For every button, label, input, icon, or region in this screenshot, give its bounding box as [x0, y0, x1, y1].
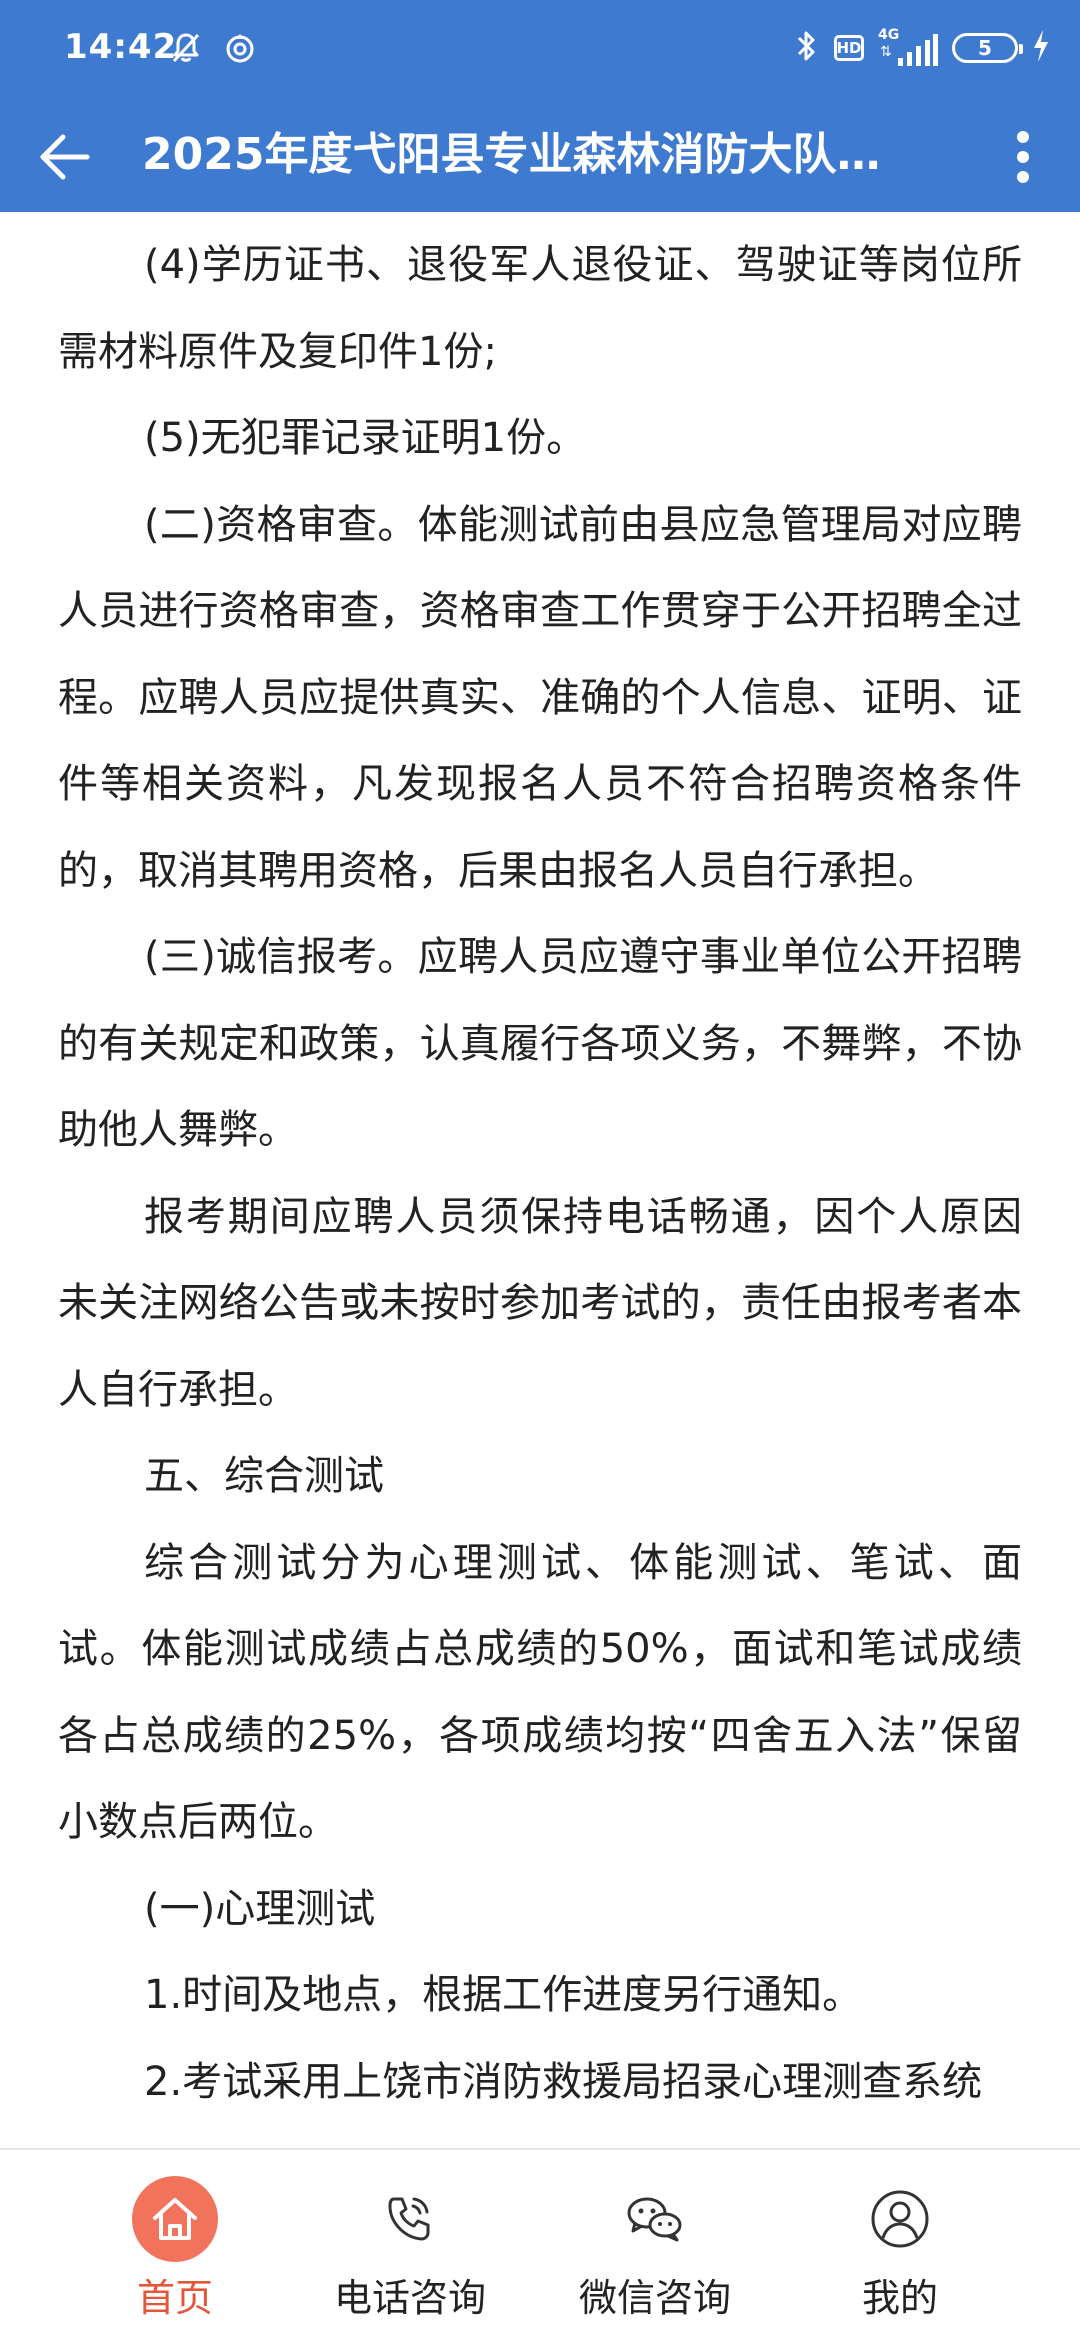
- wechat-icon: [612, 2176, 698, 2262]
- section-heading: 五、综合测试: [144, 1453, 384, 1499]
- nav-item-wechat[interactable]: 微信咨询: [525, 2150, 785, 2340]
- more-options-button[interactable]: [988, 122, 1058, 192]
- nav-item-phone[interactable]: 电话咨询: [280, 2150, 540, 2340]
- article-paragraph: (二)资格审查。体能测试前由县应急管理局对应聘人员进行资格审查，资格审查工作贯穿…: [58, 501, 1022, 894]
- hd-icon: HD: [834, 35, 864, 61]
- nav-item-home[interactable]: 首页: [45, 2150, 305, 2340]
- article-paragraph: (4)学历证书、退役军人退役证、驾驶证等岗位所需材料原件及复印件1份;: [58, 242, 1022, 375]
- nav-label-wechat: 微信咨询: [578, 2276, 731, 2320]
- bluetooth-icon: [794, 28, 820, 68]
- more-vertical-icon: [1017, 131, 1029, 183]
- article-paragraph: 1.时间及地点，根据工作进度另行通知。: [144, 1972, 863, 2018]
- status-time: 14:42: [64, 27, 178, 67]
- battery-level: 5: [978, 36, 992, 60]
- nav-label-home: 首页: [136, 2276, 213, 2320]
- signal-icon: 4G ⇅: [878, 28, 938, 68]
- article-paragraph: (三)诚信报考。应聘人员应遵守事业单位公开招聘的有关规定和政策，认真履行各项义务…: [58, 934, 1022, 1153]
- charging-icon: [1032, 29, 1050, 67]
- app-bar: 2025年度弋阳县专业森林消防大队…: [0, 100, 1080, 212]
- bell-mute-icon: [168, 30, 204, 70]
- article-paragraph: 报考期间应聘人员须保持电话畅通，因个人原因未关注网络公告或未按时参加考试的，责任…: [58, 1193, 1022, 1413]
- subsection-heading: (一)心理测试: [144, 1885, 376, 1932]
- article-paragraph: 综合测试分为心理测试、体能测试、笔试、面试。体能测试成绩占总成绩的50%，面试和…: [58, 1539, 1022, 1846]
- status-left-icons: [168, 30, 258, 70]
- article-content[interactable]: (4)学历证书、退役军人退役证、驾驶证等岗位所需材料原件及复印件1份; (5)无…: [0, 212, 1080, 2152]
- battery-icon: 5: [952, 33, 1023, 63]
- bottom-nav: 首页 电话咨询 微信咨询 我的: [0, 2148, 1080, 2340]
- app-header: 14:42 HD 4G ⇅ 5 2025年度弋阳县专业森林消防大队…: [0, 0, 1080, 212]
- status-bar: 14:42 HD 4G ⇅ 5: [0, 0, 1080, 100]
- page-title: 2025年度弋阳县专业森林消防大队…: [142, 129, 881, 180]
- article-paragraph: (5)无犯罪记录证明1份。: [144, 415, 587, 461]
- arrow-left-icon: [40, 134, 90, 180]
- nav-item-profile[interactable]: 我的: [770, 2150, 1030, 2340]
- status-right-icons: HD 4G ⇅ 5: [794, 28, 1050, 68]
- phone-icon: [367, 2176, 453, 2262]
- data-arrows-icon: ⇅: [880, 44, 892, 60]
- nav-label-profile: 我的: [861, 2276, 938, 2320]
- user-icon: [857, 2176, 943, 2262]
- nav-label-phone: 电话咨询: [333, 2276, 486, 2320]
- hotspot-icon: [222, 30, 258, 70]
- battery-nub: [1019, 44, 1023, 54]
- home-icon: [132, 2176, 218, 2262]
- article-paragraph-partial: 2.考试采用上饶市消防救援局招录心理测查系统: [144, 2058, 983, 2105]
- back-button[interactable]: [30, 122, 100, 192]
